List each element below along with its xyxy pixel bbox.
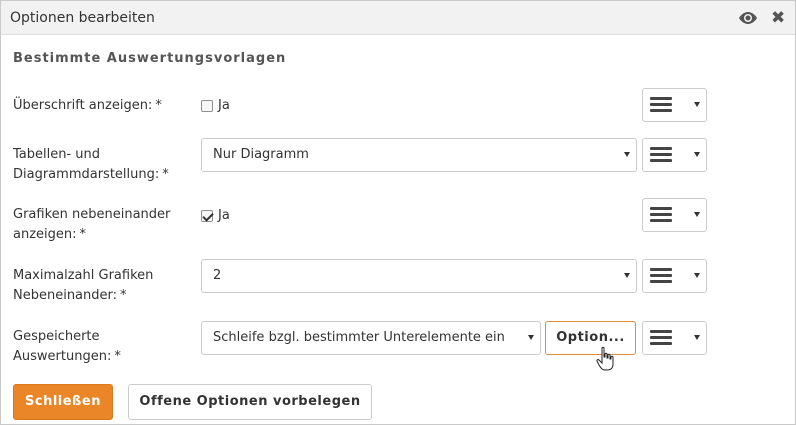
maximalzahl-select[interactable]: 2 <box>201 259 637 293</box>
field-label-grafiken-nebeneinander: Grafiken nebeneinander anzeigen: * <box>13 207 171 242</box>
darstellung-menu-select[interactable] <box>642 138 707 172</box>
auswertungen-select-value: Schleife bzgl. bestimmter Unterelemente … <box>213 330 505 345</box>
caret-down-icon <box>694 152 700 157</box>
hamburger-icon <box>650 147 672 163</box>
field-label-ueberschrift: Überschrift anzeigen: * <box>13 98 162 113</box>
close-icon[interactable]: ✖ <box>771 9 787 27</box>
caret-down-icon <box>694 273 700 278</box>
hand-pointer-cursor-icon <box>596 346 614 371</box>
close-button[interactable]: Schließen <box>13 384 113 420</box>
caret-down-icon <box>694 102 700 107</box>
caret-down-icon <box>694 335 700 340</box>
field-label-gespeicherte-auswertungen: Gespeicherte Auswertungen: * <box>13 329 121 364</box>
ueberschrift-checkbox-label[interactable]: Ja <box>218 98 230 113</box>
maximalzahl-select-value: 2 <box>213 268 222 283</box>
darstellung-select-value: Nur Diagramm <box>213 147 309 162</box>
auswertungen-menu-select[interactable] <box>642 321 707 355</box>
hamburger-icon <box>650 330 672 346</box>
caret-down-icon <box>694 212 700 217</box>
hamburger-icon <box>650 268 672 284</box>
prefill-options-button[interactable]: Offene Optionen vorbelegen <box>128 384 372 420</box>
caret-down-icon <box>624 273 630 278</box>
ueberschrift-checkbox[interactable] <box>201 99 213 112</box>
ueberschrift-checkbox-group: Ja <box>201 98 230 113</box>
grafiken-checkbox-label[interactable]: Ja <box>218 208 230 223</box>
maximalzahl-menu-select[interactable] <box>642 259 707 293</box>
grafiken-menu-select[interactable] <box>642 198 707 232</box>
dialog-titlebar: Optionen bearbeiten ✖ <box>1 1 795 35</box>
hamburger-icon <box>650 207 672 223</box>
auswertungen-select[interactable]: Schleife bzgl. bestimmter Unterelemente … <box>201 321 541 355</box>
option-button[interactable]: Option... <box>545 321 636 355</box>
options-dialog: Optionen bearbeiten ✖ Bestimmte Auswertu… <box>0 0 796 425</box>
eye-icon[interactable] <box>738 11 758 25</box>
field-label-darstellung: Tabellen- und Diagrammdarstellung: * <box>13 147 169 182</box>
dialog-title: Optionen bearbeiten <box>10 10 155 26</box>
grafiken-checkbox-group: Ja <box>201 208 230 223</box>
field-label-maximalzahl: Maximalzahl Grafiken Nebeneinander: * <box>13 268 154 303</box>
darstellung-select[interactable]: Nur Diagramm <box>201 138 637 172</box>
ueberschrift-menu-select[interactable] <box>642 88 707 122</box>
caret-down-icon <box>624 152 630 157</box>
grafiken-checkbox[interactable] <box>201 209 213 222</box>
hamburger-icon <box>650 97 672 113</box>
caret-down-icon <box>528 335 534 340</box>
section-title: Bestimmte Auswertungsvorlagen <box>13 51 287 66</box>
